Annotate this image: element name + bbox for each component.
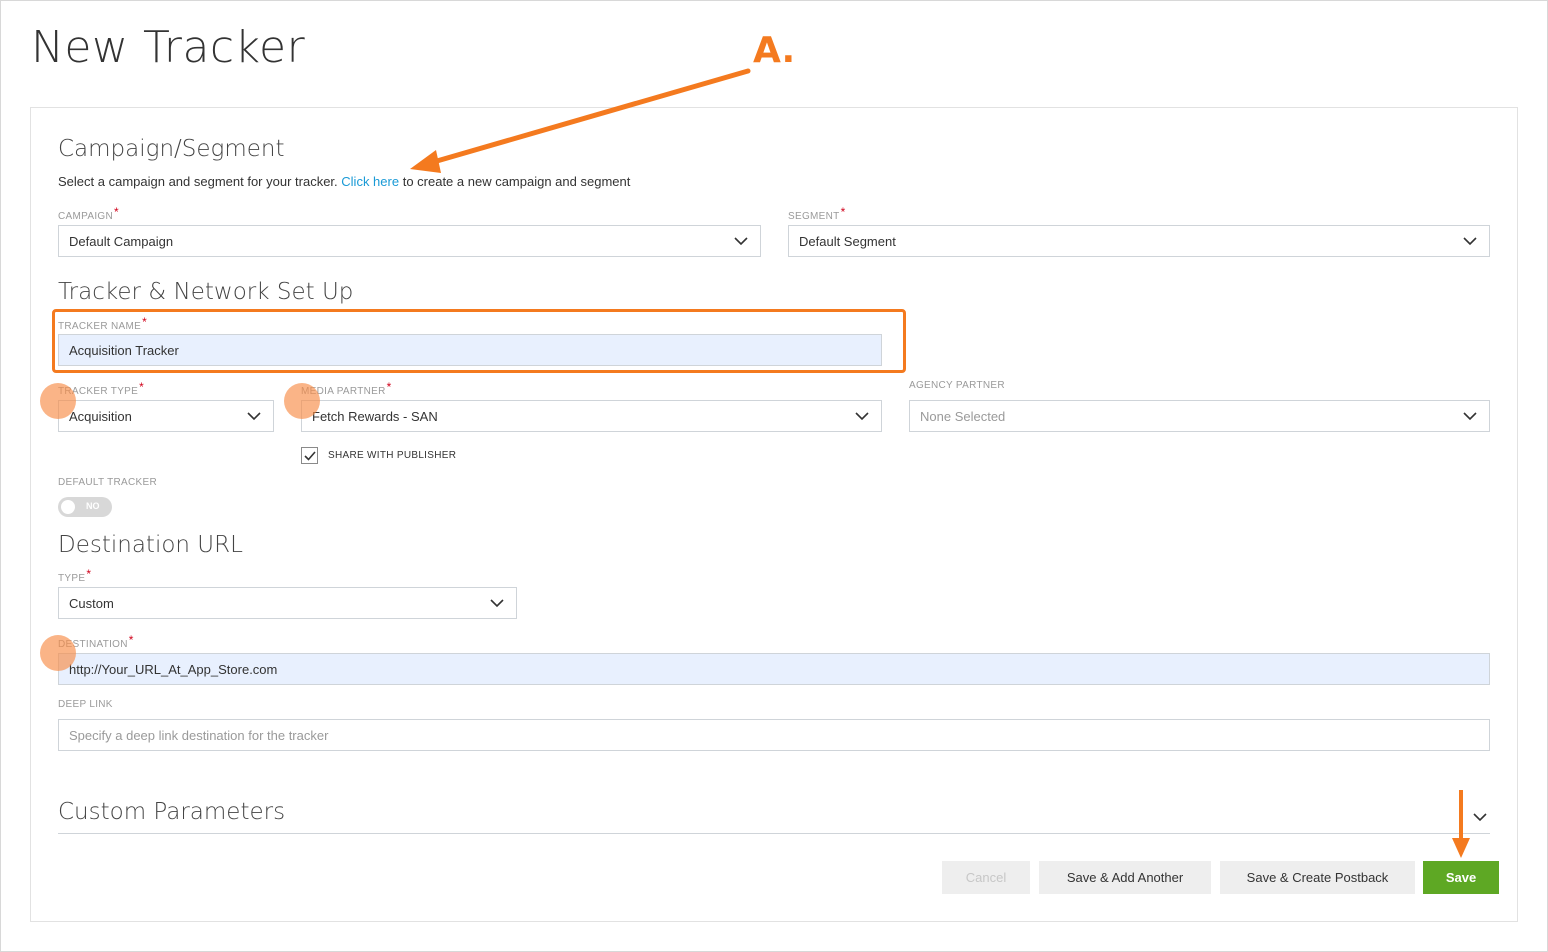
- annotation-arrows: [410, 68, 1470, 858]
- arrow-to-link-icon: [410, 68, 751, 173]
- arrow-to-save-icon: [1452, 790, 1470, 858]
